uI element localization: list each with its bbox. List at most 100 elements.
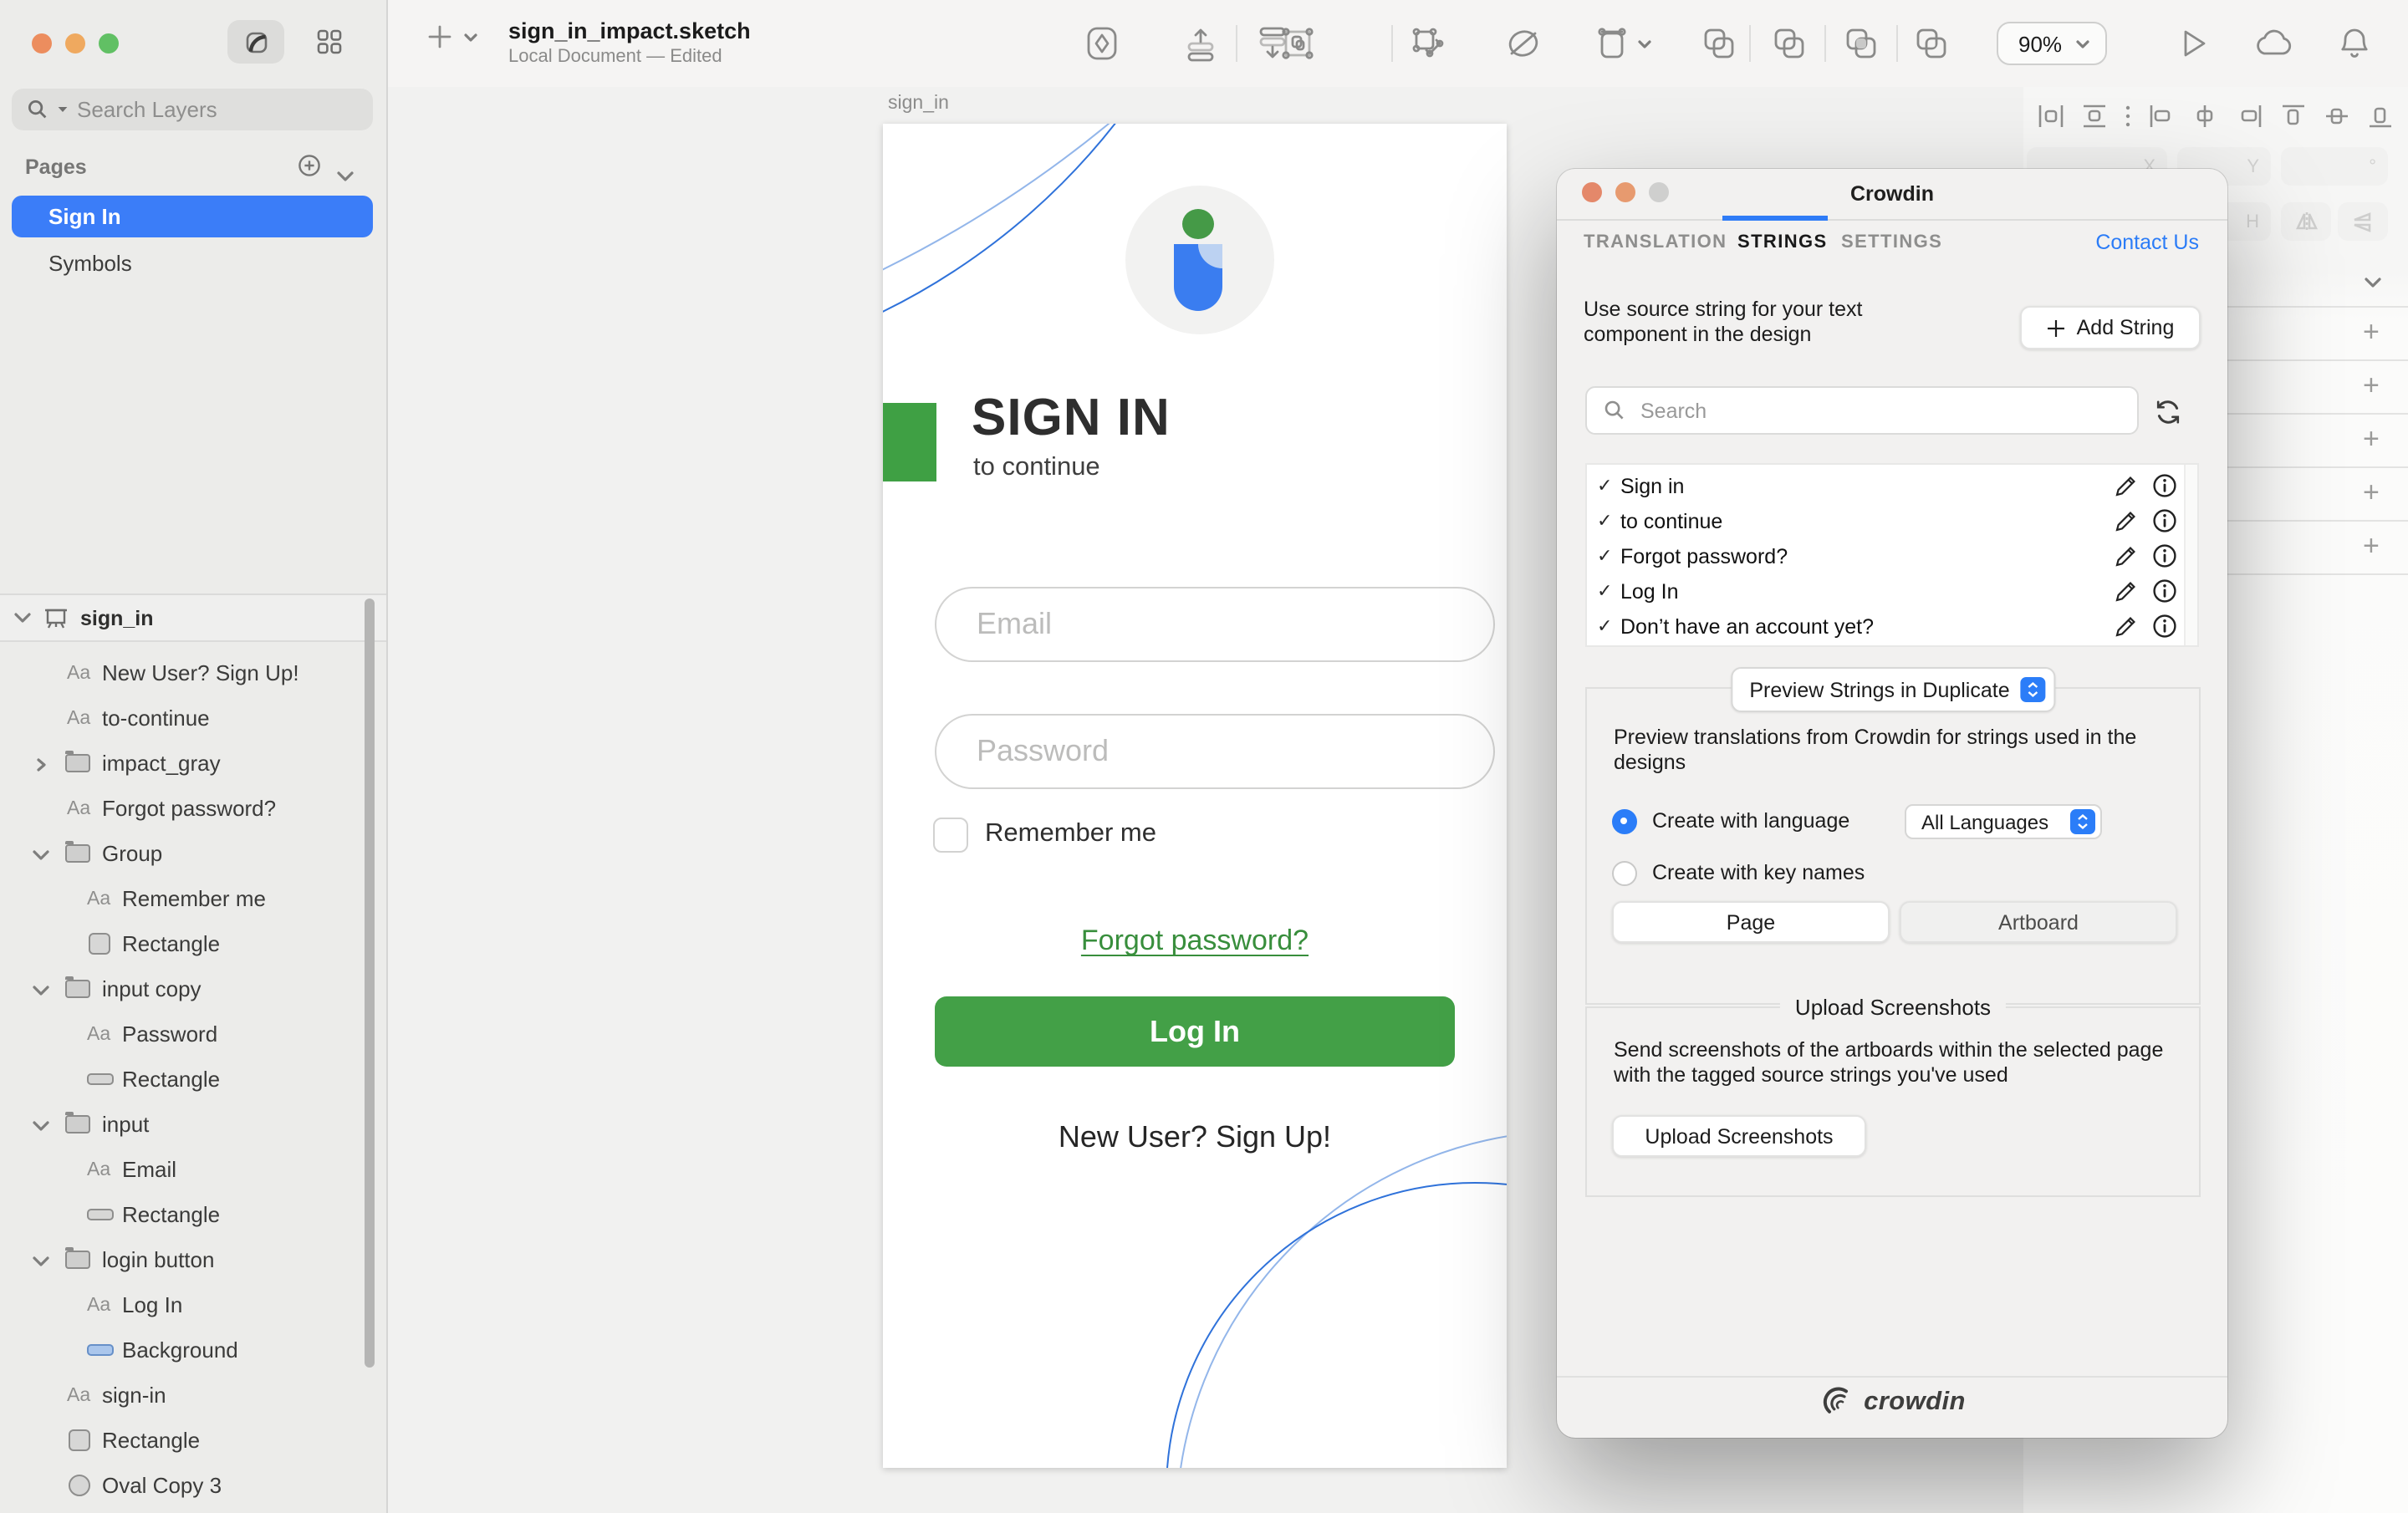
layer-row[interactable]: input	[0, 1102, 386, 1147]
layer-row[interactable]: AaPassword	[0, 1011, 386, 1057]
radio-unselected-icon[interactable]	[1612, 861, 1637, 886]
layer-row[interactable]: impact_gray	[0, 741, 386, 786]
boolean-intersect-icon[interactable]	[1844, 27, 1878, 69]
create-with-language-option[interactable]: Create with language	[1612, 809, 1849, 834]
layer-row[interactable]: Rectangle	[0, 1418, 386, 1463]
string-row[interactable]: ✓Sign in	[1587, 468, 2197, 503]
layer-row[interactable]: Aasign-in	[0, 1373, 386, 1418]
artboard-button[interactable]: Artboard	[1900, 901, 2177, 943]
chevron-down-icon[interactable]	[32, 985, 50, 996]
chevron-down-icon[interactable]	[32, 1120, 50, 1132]
cloud-icon[interactable]	[2254, 28, 2294, 67]
layer-row[interactable]: Rectangle	[0, 1057, 386, 1102]
refresh-icon[interactable]	[2154, 398, 2182, 435]
align-left-icon[interactable]	[2148, 102, 2176, 130]
add-style-button[interactable]: +	[2363, 476, 2380, 510]
align-middle-icon[interactable]	[2323, 102, 2351, 130]
layer-row[interactable]: AaEmail	[0, 1147, 386, 1192]
distribute-horizontal-icon[interactable]	[2036, 102, 2064, 130]
chevron-down-icon[interactable]	[13, 612, 32, 624]
info-icon[interactable]	[2152, 473, 2177, 498]
page-button[interactable]: Page	[1612, 901, 1890, 943]
preview-play-icon[interactable]	[2176, 27, 2209, 69]
sidebar-page-sign-in[interactable]: Sign In	[12, 196, 373, 237]
boolean-difference-icon[interactable]	[1915, 27, 1948, 69]
align-bottom-icon[interactable]	[2367, 102, 2395, 130]
layer-row[interactable]: Rectangle	[0, 1192, 386, 1237]
remember-me-checkbox[interactable]	[933, 818, 968, 853]
chevron-down-icon[interactable]	[32, 1256, 50, 1267]
forgot-password-link[interactable]: Forgot password?	[883, 925, 1507, 959]
password-field[interactable]: Password	[935, 715, 1495, 790]
component-grid-view-button[interactable]	[301, 20, 358, 64]
group-icon[interactable]	[1279, 25, 1316, 70]
edit-pencil-icon[interactable]	[2114, 614, 2137, 638]
layer-row[interactable]: AaLog In	[0, 1282, 386, 1327]
layer-row[interactable]: login button	[0, 1237, 386, 1282]
minimize-window-button[interactable]	[65, 33, 85, 53]
add-page-icon[interactable]	[298, 154, 321, 186]
zoom-window-button[interactable]	[99, 33, 119, 53]
layer-row[interactable]: AaNew User? Sign Up!	[0, 650, 386, 695]
more-options-icon[interactable]	[2124, 102, 2132, 130]
login-button[interactable]: Log In	[935, 997, 1455, 1067]
layer-artboard-row[interactable]: sign_in	[0, 593, 386, 642]
distribute-vertical-icon[interactable]	[2080, 102, 2109, 130]
edit-pencil-icon[interactable]	[2114, 509, 2137, 532]
sidebar-scrollbar[interactable]	[365, 599, 375, 1368]
strings-search-field[interactable]	[1585, 386, 2139, 435]
email-field[interactable]: Email	[935, 588, 1495, 663]
info-icon[interactable]	[2152, 614, 2177, 639]
section-collapse-chevron[interactable]	[2363, 267, 2383, 298]
add-style-button[interactable]: +	[2363, 423, 2380, 456]
signup-link[interactable]: New User? Sign Up!	[883, 1121, 1507, 1156]
add-string-button[interactable]: Add String	[2020, 306, 2201, 349]
edit-pencil-icon[interactable]	[2114, 544, 2137, 568]
info-icon[interactable]	[2152, 543, 2177, 568]
layer-list-view-button[interactable]	[227, 20, 284, 64]
radio-selected-icon[interactable]	[1612, 809, 1637, 834]
add-style-button[interactable]: +	[2363, 316, 2380, 349]
layer-row[interactable]: AaRemember me	[0, 876, 386, 921]
align-right-icon[interactable]	[2235, 102, 2263, 130]
tab-settings[interactable]: SETTINGS	[1841, 232, 1942, 252]
align-center-horizontal-icon[interactable]	[2191, 102, 2220, 130]
flip-vertical-button[interactable]	[2338, 202, 2388, 241]
layer-row[interactable]: Group	[0, 831, 386, 876]
layer-row[interactable]: Aato-continue	[0, 695, 386, 741]
layer-row[interactable]: Background	[0, 1327, 386, 1373]
create-with-key-names-option[interactable]: Create with key names	[1612, 861, 1865, 886]
add-style-button[interactable]: +	[2363, 530, 2380, 563]
layer-row[interactable]: Rectangle	[0, 921, 386, 966]
artboard-title[interactable]: sign_in	[888, 94, 949, 114]
preview-strings-dropdown[interactable]: Preview Strings in Duplicate	[1731, 667, 2054, 712]
boolean-subtract-icon[interactable]	[1773, 27, 1806, 69]
notifications-bell-icon[interactable]	[2338, 25, 2371, 70]
strings-list-scrollbar[interactable]	[2184, 465, 2197, 645]
search-layers-field[interactable]: Search Layers	[12, 89, 373, 130]
layer-row[interactable]: AaForgot password?	[0, 786, 386, 831]
info-icon[interactable]	[2152, 578, 2177, 604]
rotation-field[interactable]: °	[2281, 147, 2388, 186]
align-top-icon[interactable]	[2279, 102, 2308, 130]
chevron-down-icon[interactable]	[32, 849, 50, 861]
resize-icon[interactable]	[1594, 25, 1652, 62]
string-row[interactable]: ✓Forgot password?	[1587, 538, 2197, 573]
zoom-dropdown[interactable]: 90%	[1997, 22, 2107, 65]
bring-forward-icon[interactable]	[1182, 25, 1219, 70]
edit-pencil-icon[interactable]	[2114, 474, 2137, 497]
ungroup-icon[interactable]	[1408, 25, 1445, 70]
insert-button[interactable]	[426, 23, 478, 50]
transform-icon[interactable]	[1505, 25, 1542, 70]
flip-horizontal-button[interactable]	[2281, 202, 2331, 241]
string-row[interactable]: ✓Don’t have an account yet?	[1587, 609, 2197, 644]
chevron-right-icon[interactable]	[35, 757, 47, 772]
string-row[interactable]: ✓Log In	[1587, 573, 2197, 609]
edit-pencil-icon[interactable]	[2114, 579, 2137, 603]
strings-search-input[interactable]	[1637, 397, 2112, 424]
upload-screenshots-button[interactable]: Upload Screenshots	[1612, 1115, 1866, 1157]
artboard-sign-in[interactable]: SIGN IN to continue Email Password Remem…	[883, 125, 1507, 1469]
info-icon[interactable]	[2152, 508, 2177, 533]
symbol-tool-icon[interactable]	[1084, 25, 1120, 70]
add-style-button[interactable]: +	[2363, 369, 2380, 403]
